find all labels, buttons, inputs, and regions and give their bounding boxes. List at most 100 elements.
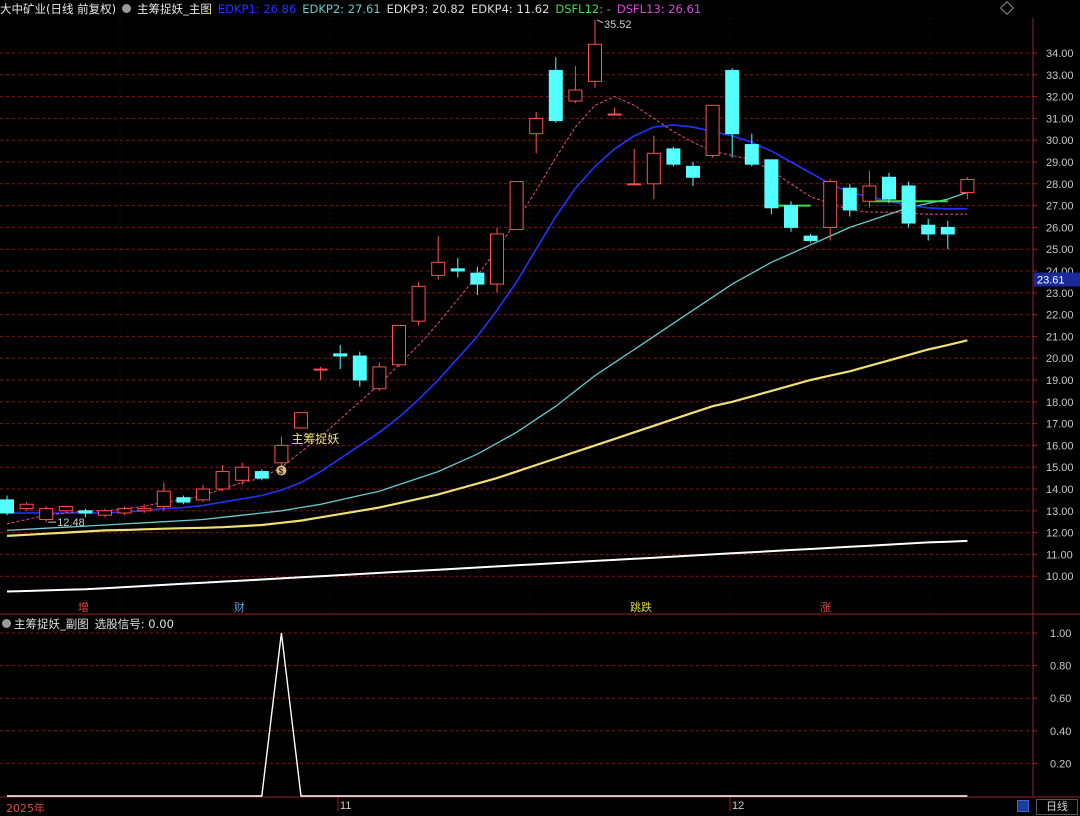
candle-body [842,187,857,211]
stock-name[interactable]: 大中矿业(日线 前复权) [0,2,116,16]
ma-lines [6,96,968,593]
candle-body [274,444,289,464]
indicator-tick-label: 0.60 [1050,693,1071,705]
chart-frame [0,18,1080,798]
candle-body [627,183,642,186]
price-tick-label: 31.00 [1046,113,1074,125]
scroll-button[interactable] [1017,800,1029,812]
candle-body [764,159,779,209]
candle-body [588,43,602,82]
candle-body [705,104,720,156]
candle-body [196,488,210,501]
price-tick-label: 12.00 [1046,528,1074,540]
indicator-dsfl12: DSFL12: - [555,2,611,16]
candle-body [352,355,367,381]
candle-body [784,205,798,228]
candle-body [548,69,563,122]
event-marker: 跳跌 [630,600,652,614]
edkp2-line [6,191,968,532]
date-start-label: 2025年 [6,802,45,815]
price-tick-label: 33.00 [1046,70,1074,82]
candle-body [529,117,544,135]
candle-body [823,181,838,228]
kline-chart[interactable]: 34.00 33.00 32.00 31.00 30.00 29.00 28.00 27.00… [0,0,1080,815]
indicator-dsfl13: DSFL13: 26.61 [616,2,702,16]
candle-body [882,176,896,200]
price-tick-label: 19.00 [1046,375,1074,387]
price-tick-label: 10.00 [1046,571,1074,583]
candle-body [19,503,34,510]
candle-body [98,510,112,516]
candle-body [490,233,504,285]
price-tick-label: 29.00 [1046,157,1074,169]
candle-body [666,148,681,165]
candle-body [921,224,936,235]
edkp3-line [6,339,968,537]
candle-body [235,466,250,481]
current-price-label: 23.61 [1037,275,1065,287]
candle-body [254,471,269,479]
month-label: 11 [340,800,351,812]
candle-body [450,268,465,272]
candle-body [333,353,348,357]
price-tick-label: 13.00 [1046,506,1074,518]
candle-body [411,285,426,322]
price-axis: 34.00 33.00 32.00 31.00 30.00 29.00 28.00 27.00… [1033,48,1080,583]
candle-body [470,272,485,285]
sub-chart-header: 主筹捉妖_副图 选股信号: 0.00 [0,616,174,632]
event-marker: 增 [78,600,89,614]
indicator-edkp3: EDKP3: 20.82 [386,2,466,16]
price-tick-label: 32.00 [1046,92,1074,104]
signal-text: 主筹捉妖 [291,431,339,446]
candle-body [294,412,308,429]
sub-indicator-title[interactable]: 主筹捉妖_副图 [14,617,89,631]
candle-body [509,181,524,231]
month-label: 12 [732,800,744,812]
price-tick-label: 20.00 [1046,353,1074,365]
candle-body [39,508,54,521]
indicator-grid [0,632,1033,764]
signal-line [7,632,968,797]
candle-body [940,226,955,235]
candle-body [744,144,759,165]
candle-body [117,508,132,514]
candle-body [901,185,916,224]
price-tick-label: 16.00 [1046,440,1074,452]
time-axis: 11 12 [337,797,744,812]
price-tick-label: 23.00 [1046,288,1074,300]
price-tick-label: 25.00 [1046,244,1074,256]
candle-body [176,497,191,503]
price-tick-label: 15.00 [1046,462,1074,474]
candle-body [58,505,73,512]
candle-body [78,510,93,514]
price-tick-label: 18.00 [1046,397,1074,409]
price-tick-label: 30.00 [1046,135,1074,147]
candle-body [725,69,740,135]
candle-body [137,508,152,512]
candle-body [215,471,230,490]
candle-body [686,165,700,178]
price-tick-label: 11.00 [1046,549,1073,561]
period-tab[interactable]: 日线 [1036,799,1078,815]
candle-body [156,490,171,507]
indicator-title[interactable]: 主筹捉妖_主图 [137,2,212,16]
indicator-tick-label: 0.20 [1050,758,1071,770]
indicator-toggle-icon[interactable] [122,4,132,13]
price-grid [0,18,1033,614]
indicator-axis: 1.00 0.80 0.60 0.40 0.20 [1033,628,1071,770]
indicator-edkp4: EDKP4: 11.62 [471,2,550,16]
candle-body [0,499,14,514]
price-tick-label: 28.00 [1046,179,1074,191]
candle-body [803,235,818,241]
candle-body [607,113,622,116]
indicator-edkp2: EDKP2: 27.61 [302,2,381,16]
indicator-tick-label: 1.00 [1050,628,1071,640]
sub-indicator-toggle-icon[interactable] [2,619,11,628]
candle-body [960,178,975,194]
event-marker: 涨 [820,601,831,614]
price-tick-label: 26.00 [1046,222,1074,234]
price-tick-label: 21.00 [1046,331,1074,343]
candle-body [646,152,661,185]
indicator-tick-label: 0.40 [1050,726,1071,738]
low-label: 12.48 [57,517,85,529]
